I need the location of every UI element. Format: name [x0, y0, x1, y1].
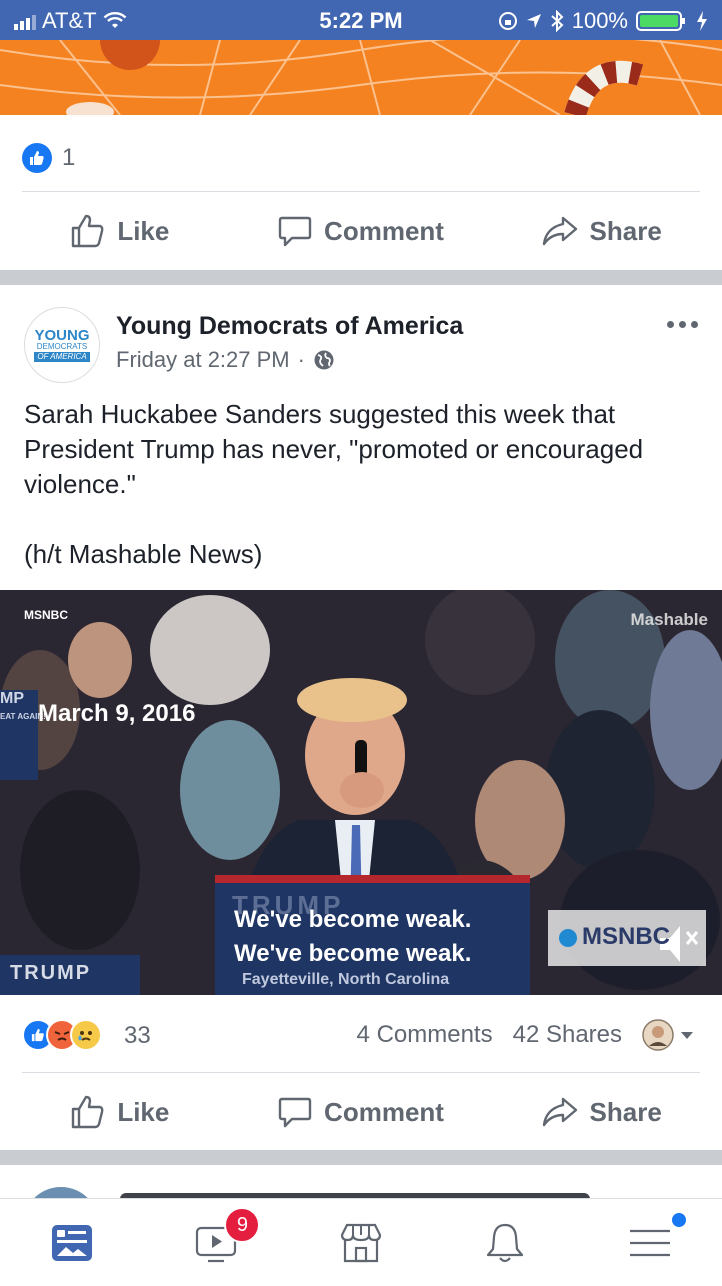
thumbs-up-icon — [72, 1095, 104, 1129]
tab-watch[interactable]: 9 — [144, 1199, 288, 1286]
marketplace-icon — [340, 1223, 382, 1262]
tab-notifications[interactable] — [433, 1199, 577, 1286]
rotation-lock-icon — [498, 12, 517, 30]
post-text: Sarah Huckabee Sanders suggested this we… — [24, 397, 704, 572]
comments-count[interactable]: 4 Comments — [357, 1021, 493, 1049]
video-watermark: Mashable — [630, 610, 708, 629]
comment-label: Comment — [324, 1096, 444, 1127]
bluetooth-icon — [551, 10, 564, 32]
charging-icon — [697, 11, 707, 31]
location-icon — [526, 14, 541, 28]
notification-badge: 9 — [224, 1207, 261, 1243]
avatar-text-line1: YOUNG — [34, 327, 90, 344]
spiderweb-illustration — [0, 40, 722, 115]
video-sign-text: MP — [0, 690, 24, 707]
previous-post-footer: 1 Like Comment Share — [0, 115, 722, 270]
like-button[interactable]: Like — [0, 192, 241, 270]
share-button[interactable]: Share — [481, 1073, 722, 1151]
like-label: Like — [117, 1096, 170, 1127]
sad-reaction-icon — [70, 1019, 102, 1051]
share-icon — [542, 216, 577, 246]
reactions-count[interactable]: 33 — [124, 1022, 151, 1050]
menu-icon — [629, 1229, 670, 1256]
video-location-caption: Fayetteville, North Carolina — [242, 971, 450, 988]
avatar-text-line2: DEMOCRATS — [36, 342, 88, 351]
action-bar: Like Comment Share — [0, 192, 722, 270]
video-caption-line2: We've become weak. — [234, 940, 472, 967]
page-name[interactable]: Young Democrats of America — [116, 312, 463, 341]
video-caption-line1: We've become weak. — [234, 906, 472, 933]
feed-post: YOUNG DEMOCRATS OF AMERICA Young Democra… — [0, 285, 722, 1150]
like-button[interactable]: Like — [0, 1073, 241, 1151]
cover-image[interactable] — [0, 40, 722, 115]
comment-icon — [278, 1097, 312, 1128]
share-label: Share — [589, 215, 662, 246]
video-player[interactable]: MSNBC Mashable MP EAT AGAIN! March 9, 20… — [0, 590, 722, 995]
share-button[interactable]: Share — [481, 192, 722, 270]
comment-button[interactable]: Comment — [241, 1073, 482, 1151]
next-post-peek — [0, 1165, 722, 1198]
battery-icon — [636, 11, 685, 31]
page-avatar[interactable]: YOUNG DEMOCRATS OF AMERICA — [24, 307, 100, 383]
meta-separator: · — [297, 347, 305, 372]
profile-avatar — [642, 1019, 674, 1051]
reactions-summary: 33 4 Comments 42 Shares — [0, 1005, 722, 1065]
tab-news-feed[interactable] — [0, 1199, 144, 1286]
action-bar: Like Comment Share — [0, 1073, 722, 1151]
comment-label: Comment — [324, 215, 444, 246]
video-source-label: MSNBC — [24, 608, 68, 622]
like-reaction-icon — [22, 143, 52, 173]
like-count[interactable]: 1 — [62, 144, 75, 172]
feed-separator — [0, 1150, 722, 1165]
bell-icon — [487, 1223, 524, 1262]
bottom-tab-bar: 9 — [0, 1198, 722, 1286]
like-label: Like — [117, 215, 170, 246]
crowd-sign-text: TRUMP — [10, 962, 92, 984]
more-options-button[interactable] — [667, 321, 698, 328]
share-label: Share — [589, 1096, 662, 1127]
reaction-icons[interactable] — [22, 1019, 102, 1051]
share-as-selector[interactable] — [642, 1019, 694, 1051]
tab-menu[interactable] — [578, 1199, 722, 1286]
post-text-paragraph: Sarah Huckabee Sanders suggested this we… — [24, 399, 644, 499]
video-date-caption: March 9, 2016 — [38, 700, 196, 727]
chevron-down-icon — [681, 1032, 693, 1039]
battery-percent: 100% — [571, 8, 628, 33]
news-feed-icon — [52, 1224, 93, 1261]
comment-button[interactable]: Comment — [241, 192, 482, 270]
comment-icon — [278, 216, 312, 247]
feed-separator — [0, 270, 722, 285]
tab-marketplace[interactable] — [289, 1199, 433, 1286]
post-timestamp[interactable]: Friday at 2:27 PM — [116, 347, 290, 373]
share-icon — [542, 1097, 577, 1127]
globe-icon — [314, 350, 334, 370]
network-logo: MSNBC — [582, 923, 670, 950]
thumbs-up-icon — [72, 214, 104, 248]
shares-count[interactable]: 42 Shares — [513, 1021, 622, 1049]
new-indicator-dot — [672, 1213, 687, 1227]
status-bar: AT&T 5:22 PM 100% — [0, 0, 722, 40]
post-text-credit: (h/t Mashable News) — [24, 539, 263, 569]
avatar-text-line3: OF AMERICA — [34, 352, 90, 362]
post-meta: Friday at 2:27 PM · — [116, 347, 335, 373]
